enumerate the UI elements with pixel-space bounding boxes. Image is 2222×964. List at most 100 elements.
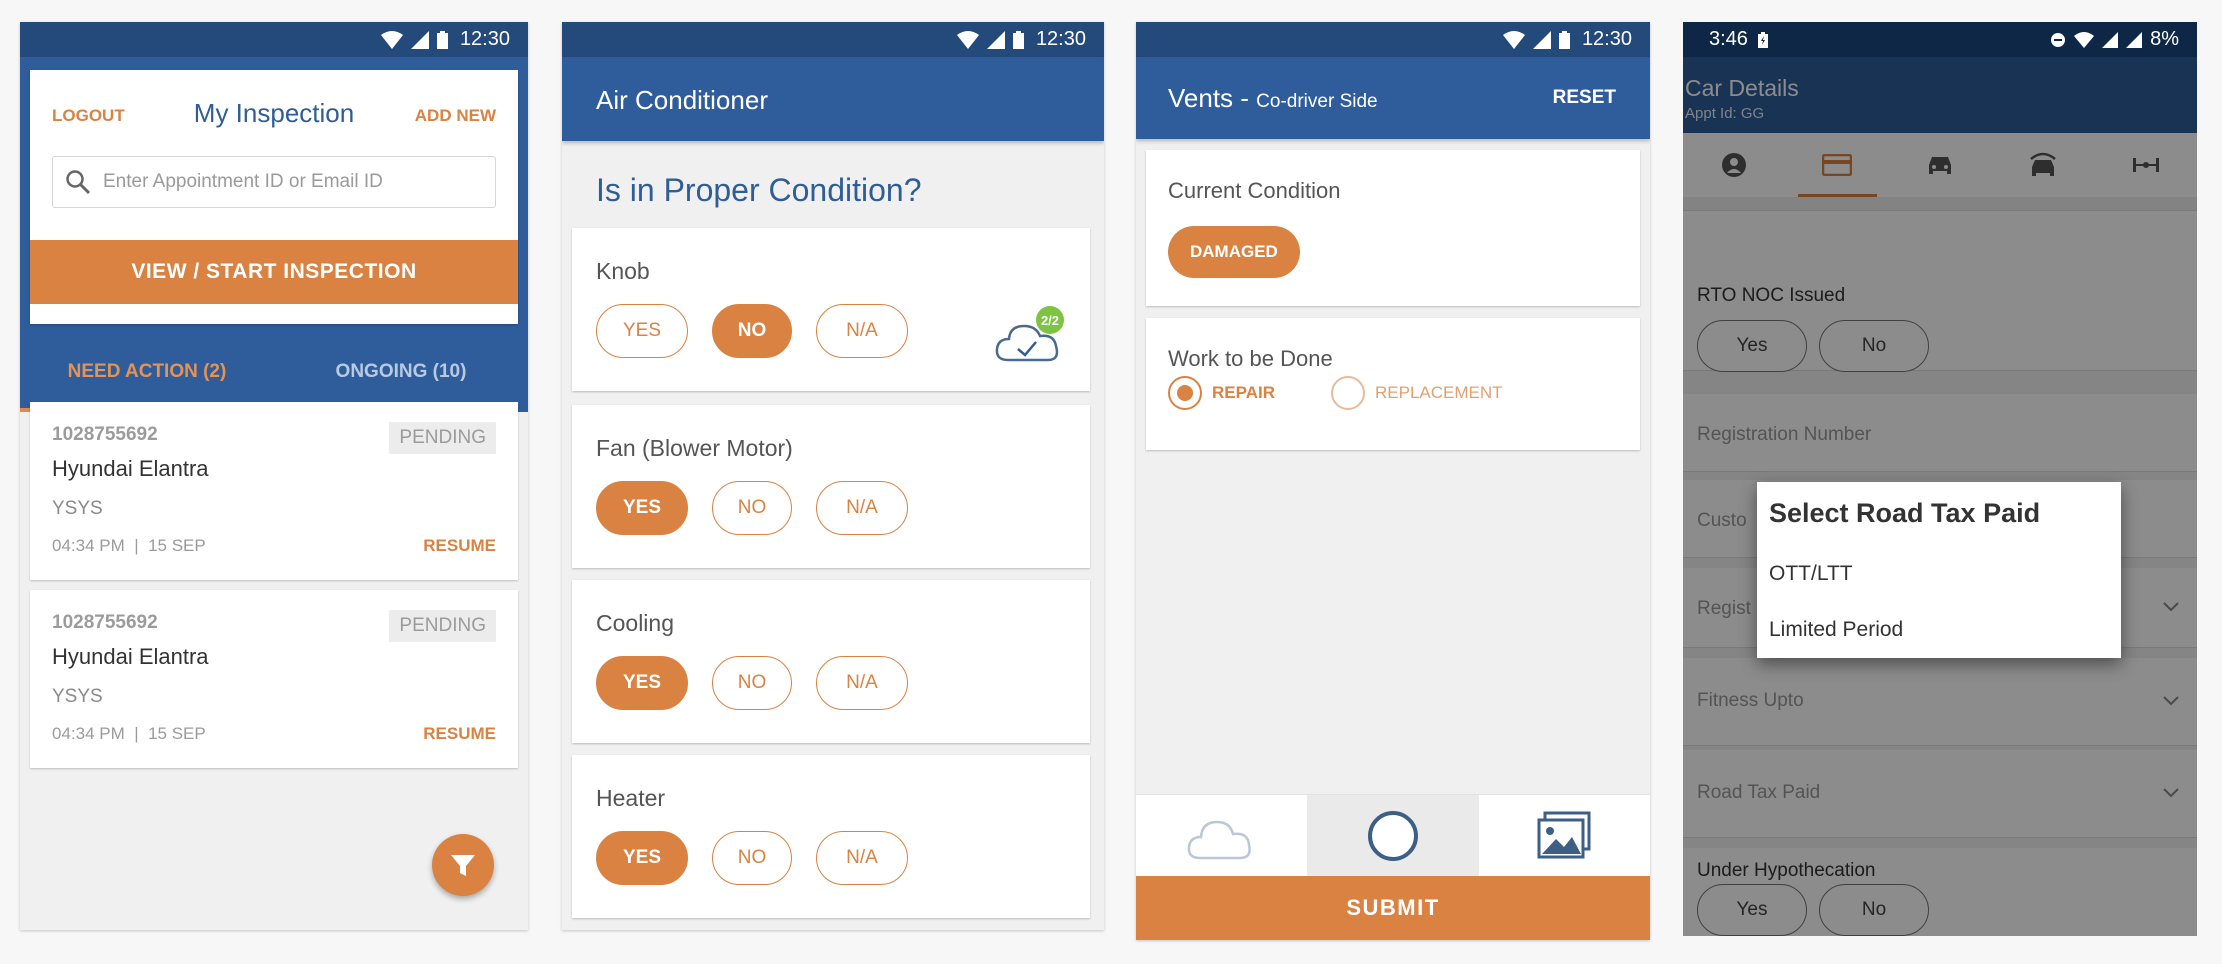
battery-charging-icon xyxy=(1757,31,1768,48)
signal-icon xyxy=(2126,31,2143,48)
owner-name: YSYS xyxy=(52,686,103,707)
status-bar: 3:46 8% xyxy=(1683,22,2197,57)
cloud-check-icon: 2/2 xyxy=(995,306,1064,362)
date-text: 15 SEP xyxy=(148,724,206,743)
yes-button[interactable]: YES xyxy=(596,481,688,535)
question-card-cooling: Cooling YES NO N/A xyxy=(572,580,1090,743)
yes-button[interactable]: YES xyxy=(596,304,688,358)
status-time: 12:30 xyxy=(459,28,510,50)
search-icon xyxy=(65,169,91,195)
na-button[interactable]: N/A xyxy=(816,304,908,358)
question-card-knob: Knob YES NO N/A 2/2 xyxy=(572,228,1090,391)
option-group: YES NO N/A xyxy=(596,481,908,535)
wifi-icon xyxy=(1502,30,1525,49)
car-name: Hyundai Elantra xyxy=(52,456,209,481)
timestamp: 04:34 PM | 15 SEP xyxy=(52,724,206,743)
status-left: 3:46 xyxy=(1709,28,1768,51)
work-label: Work to be Done xyxy=(1168,346,1333,371)
option-ott-ltt[interactable]: OTT/LTT xyxy=(1769,562,1853,586)
search-field[interactable] xyxy=(52,156,496,208)
repair-radio[interactable]: REPAIR xyxy=(1168,376,1275,410)
work-card: Work to be Done REPAIR REPLACEMENT xyxy=(1146,318,1640,450)
no-button[interactable]: NO xyxy=(712,481,792,535)
battery-percent: 8% xyxy=(2150,28,2179,50)
status-badge: PENDING xyxy=(389,422,496,454)
car-name: Hyundai Elantra xyxy=(52,644,209,669)
condition-chip[interactable]: DAMAGED xyxy=(1168,226,1300,278)
current-condition-label: Current Condition xyxy=(1168,178,1341,203)
na-button[interactable]: N/A xyxy=(816,656,908,710)
date-text: 15 SEP xyxy=(148,536,206,555)
option-group: YES NO N/A xyxy=(596,656,908,710)
question-label: Heater xyxy=(596,785,666,811)
work-radio-group: REPAIR REPLACEMENT xyxy=(1168,376,1503,410)
option-group: YES NO N/A xyxy=(596,831,908,885)
dialog-title: Select Road Tax Paid xyxy=(1769,498,2041,528)
no-button[interactable]: NO xyxy=(712,656,792,710)
filter-icon xyxy=(449,851,477,879)
battery-icon xyxy=(1558,30,1570,49)
battery-icon xyxy=(436,30,448,49)
current-condition-card: Current Condition DAMAGED xyxy=(1146,150,1640,306)
appointment-id: 1028755692 xyxy=(52,612,158,633)
replacement-radio[interactable]: REPLACEMENT xyxy=(1330,376,1503,410)
subtitle-text: Co-driver Side xyxy=(1256,91,1378,112)
tab-bar: NEED ACTION (2) ONGOING (10) xyxy=(20,332,528,412)
list-item[interactable]: 1028755692 PENDING Hyundai Elantra YSYS … xyxy=(30,590,518,768)
capture-circle-icon xyxy=(1367,810,1418,861)
camera-capture-button[interactable] xyxy=(1307,795,1479,876)
na-button[interactable]: N/A xyxy=(816,481,908,535)
page-title: Vents - Co-driver Side xyxy=(1168,83,1378,114)
status-bar: 12:30 xyxy=(1136,22,1650,57)
yes-button[interactable]: YES xyxy=(596,831,688,885)
question-card-fan: Fan (Blower Motor) YES NO N/A xyxy=(572,405,1090,568)
wifi-icon xyxy=(380,30,403,49)
filter-button[interactable] xyxy=(432,834,494,896)
question-card-heater: Heater YES NO N/A xyxy=(572,755,1090,918)
vents-screen: 12:30 Vents - Co-driver Side RESET Curre… xyxy=(1136,22,1650,940)
status-right: 8% xyxy=(2050,28,2179,51)
radio-selected-icon xyxy=(1168,376,1202,410)
option-limited-period[interactable]: Limited Period xyxy=(1769,618,1903,642)
tab-need-action[interactable]: NEED ACTION (2) xyxy=(20,332,274,412)
app-bar: Air Conditioner xyxy=(562,57,1104,141)
status-time: 3:46 xyxy=(1709,28,1748,50)
air-conditioner-screen: 12:30 Air Conditioner Is in Proper Condi… xyxy=(562,22,1104,930)
no-button[interactable]: NO xyxy=(712,831,792,885)
resume-button[interactable]: RESUME xyxy=(423,536,496,556)
tab-ongoing[interactable]: ONGOING (10) xyxy=(274,332,528,412)
gallery-button[interactable] xyxy=(1479,795,1650,876)
status-time: 12:30 xyxy=(1581,28,1632,50)
view-start-inspection-button[interactable]: VIEW / START INSPECTION xyxy=(30,240,518,304)
status-time: 12:30 xyxy=(1035,28,1086,50)
status-bar: 12:30 xyxy=(562,22,1104,57)
inspection-list-screen: 12:30 LOGOUT My Inspection ADD NEW VIEW … xyxy=(20,22,528,930)
add-new-button[interactable]: ADD NEW xyxy=(415,106,496,126)
status-bar: 12:30 xyxy=(20,22,528,57)
cloud-icon xyxy=(1187,820,1251,859)
na-button[interactable]: N/A xyxy=(816,831,908,885)
time-text: 04:34 PM xyxy=(52,724,125,743)
question-label: Fan (Blower Motor) xyxy=(596,435,793,461)
yes-button[interactable]: YES xyxy=(596,656,688,710)
no-button[interactable]: NO xyxy=(712,304,792,358)
reset-button[interactable]: RESET xyxy=(1553,87,1616,109)
replacement-label: REPLACEMENT xyxy=(1374,383,1503,402)
select-road-tax-dialog: Select Road Tax Paid OTT/LTT Limited Per… xyxy=(1757,482,2121,658)
question-heading: Is in Proper Condition? xyxy=(596,172,922,208)
repair-label: REPAIR xyxy=(1212,383,1275,402)
search-input[interactable] xyxy=(103,171,483,193)
timestamp: 04:34 PM | 15 SEP xyxy=(52,536,206,555)
list-item[interactable]: 1028755692 PENDING Hyundai Elantra YSYS … xyxy=(30,402,518,580)
do-not-disturb-icon xyxy=(2050,32,2066,48)
cloud-upload-status[interactable]: 2/2 xyxy=(994,306,1068,366)
app-bar: Vents - Co-driver Side RESET xyxy=(1136,57,1650,139)
signal-icon xyxy=(986,30,1005,49)
signal-icon xyxy=(410,30,429,49)
radio-unselected-icon xyxy=(1330,376,1365,410)
resume-button[interactable]: RESUME xyxy=(423,724,496,744)
gallery-icon xyxy=(1537,811,1591,858)
cloud-button[interactable] xyxy=(1136,795,1307,876)
submit-button[interactable]: SUBMIT xyxy=(1136,876,1650,940)
appointment-id: 1028755692 xyxy=(52,424,158,445)
